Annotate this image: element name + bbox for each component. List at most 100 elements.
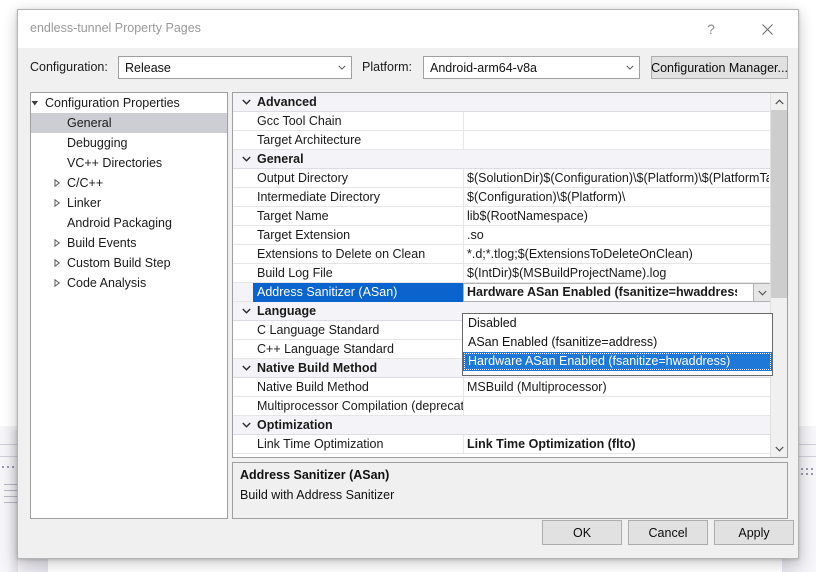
grid-row-value: $(Configuration)\$(Platform)\ <box>467 188 769 207</box>
grid-row-extensions-to-delete-on-clean[interactable]: Extensions to Delete on Clean*.d;*.tlog;… <box>233 245 771 264</box>
sidebar-item-configuration-properties[interactable]: Configuration Properties <box>31 93 227 113</box>
grid-row-address-sanitizer-asan[interactable]: Address Sanitizer (ASan)Hardware ASan En… <box>233 283 771 302</box>
grid-row-label: Address Sanitizer (ASan) <box>257 283 463 302</box>
grid-row-label: Native Build Method <box>257 378 463 397</box>
grid-category-label: Advanced <box>257 93 317 112</box>
grid-row-label: C++ Language Standard <box>257 340 463 359</box>
grid-row-label: Multiprocessor Compilation (deprecated) <box>257 397 463 416</box>
grid-row-value: $(SolutionDir)$(Configuration)\$(Platfor… <box>467 169 769 188</box>
grid-row-value: MSBuild (Multiprocessor) <box>467 378 769 397</box>
grid-category-advanced[interactable]: Advanced <box>233 93 771 112</box>
sidebar-item-general[interactable]: General <box>31 113 227 133</box>
dropdown-option-disabled[interactable]: Disabled <box>463 314 772 333</box>
grid-row-gcc-tool-chain[interactable]: Gcc Tool Chain <box>233 112 771 131</box>
asan-dropdown-list[interactable]: DisabledASan Enabled (fsanitize=address)… <box>462 313 773 376</box>
property-grid-scrollbar[interactable] <box>770 93 787 457</box>
expand-triangle-icon[interactable] <box>51 193 63 213</box>
grid-category-optimization[interactable]: Optimization <box>233 416 771 435</box>
expand-triangle-icon[interactable] <box>51 273 63 293</box>
expand-triangle-icon[interactable] <box>51 173 63 193</box>
grid-row-label: C Language Standard <box>257 321 463 340</box>
platform-value: Android-arm64-v8a <box>424 61 620 75</box>
cancel-button[interactable]: Cancel <box>628 520 708 545</box>
dialog-title: endless-tunnel Property Pages <box>30 21 201 35</box>
grid-row-target-name[interactable]: Target Namelib$(RootNamespace) <box>233 207 771 226</box>
grid-row-link-time-optimization[interactable]: Link Time OptimizationLink Time Optimiza… <box>233 435 771 454</box>
chevron-down-icon[interactable] <box>239 302 253 320</box>
sidebar-item-label: VC++ Directories <box>67 153 162 173</box>
sidebar-item-linker[interactable]: Linker <box>31 193 227 213</box>
grid-row-value: lib$(RootNamespace) <box>467 207 769 226</box>
configuration-value: Release <box>119 61 332 75</box>
grid-category-general[interactable]: General <box>233 150 771 169</box>
apply-button[interactable]: Apply <box>714 520 794 545</box>
sidebar-item-build-events[interactable]: Build Events <box>31 233 227 253</box>
grid-row-label: Target Extension <box>257 226 463 245</box>
grid-row-intermediate-directory[interactable]: Intermediate Directory$(Configuration)\$… <box>233 188 771 207</box>
chevron-down-icon[interactable] <box>332 57 351 78</box>
grid-column-divider <box>463 378 464 396</box>
desktop-background: endless-tunnel Property Pages ? Configur… <box>0 0 816 572</box>
grid-category-label: General <box>257 150 304 169</box>
grid-row-label: Gcc Tool Chain <box>257 112 463 131</box>
close-icon[interactable] <box>744 10 790 48</box>
sidebar-item-code-analysis[interactable]: Code Analysis <box>31 273 227 293</box>
sidebar-item-custom-build-step[interactable]: Custom Build Step <box>31 253 227 273</box>
configuration-select[interactable]: Release <box>118 56 352 79</box>
grid-column-divider <box>463 131 464 149</box>
grid-row-target-architecture[interactable]: Target Architecture <box>233 131 771 150</box>
scroll-up-arrow-icon[interactable] <box>771 93 787 110</box>
sidebar-item-label: Build Events <box>67 233 136 253</box>
grid-column-divider <box>463 264 464 282</box>
ok-button[interactable]: OK <box>542 520 622 545</box>
platform-select[interactable]: Android-arm64-v8a <box>423 56 640 79</box>
grid-row-value: $(IntDir)$(MSBuildProjectName).log <box>467 264 769 283</box>
grid-row-label: Target Name <box>257 207 463 226</box>
dropdown-option-asan-enabled-fsanitize-address[interactable]: ASan Enabled (fsanitize=address) <box>463 333 772 352</box>
dropdown-option-hardware-asan-enabled-fsanitize-hwaddress[interactable]: Hardware ASan Enabled (fsanitize=hwaddre… <box>463 352 772 371</box>
expand-triangle-icon[interactable] <box>51 253 63 273</box>
sidebar-item-label: Custom Build Step <box>67 253 171 273</box>
chevron-down-icon[interactable] <box>239 150 253 168</box>
description-title: Address Sanitizer (ASan) <box>240 468 389 482</box>
grid-row-label: Intermediate Directory <box>257 188 463 207</box>
grid-row-multiprocessor-compilation-deprecated[interactable]: Multiprocessor Compilation (deprecated) <box>233 397 771 416</box>
sidebar-item-label: Android Packaging <box>67 213 172 233</box>
sidebar-item-vc-directories[interactable]: VC++ Directories <box>31 153 227 173</box>
grid-category-label: Optimization <box>257 416 333 435</box>
grid-column-divider <box>463 169 464 187</box>
sidebar-item-label: Linker <box>67 193 101 213</box>
configuration-tree[interactable]: Configuration PropertiesGeneralDebugging… <box>30 92 228 519</box>
chevron-down-icon[interactable] <box>239 359 253 377</box>
sidebar-item-debugging[interactable]: Debugging <box>31 133 227 153</box>
property-grid[interactable]: AdvancedGcc Tool ChainTarget Architectur… <box>232 92 788 458</box>
sidebar-item-label: Debugging <box>67 133 127 153</box>
grid-row-build-log-file[interactable]: Build Log File$(IntDir)$(MSBuildProjectN… <box>233 264 771 283</box>
grid-row-value: .so <box>467 226 769 245</box>
grid-row-target-extension[interactable]: Target Extension.so <box>233 226 771 245</box>
help-question-icon[interactable]: ? <box>688 10 734 48</box>
grid-column-divider <box>463 226 464 244</box>
chevron-down-icon[interactable] <box>239 93 253 111</box>
grid-category-label: Native Build Method <box>257 359 377 378</box>
platform-label: Platform: <box>362 60 412 74</box>
configuration-bar: Configuration: Release Platform: Android… <box>18 48 798 90</box>
sidebar-item-android-packaging[interactable]: Android Packaging <box>31 213 227 233</box>
grid-row-output-directory[interactable]: Output Directory$(SolutionDir)$(Configur… <box>233 169 771 188</box>
scroll-down-arrow-icon[interactable] <box>771 440 787 457</box>
sidebar-item-label: Code Analysis <box>67 273 146 293</box>
configuration-manager-button[interactable]: Configuration Manager... <box>651 56 788 79</box>
property-pages-dialog: endless-tunnel Property Pages ? Configur… <box>17 9 799 559</box>
sidebar-item-label: General <box>67 113 111 133</box>
chevron-down-icon[interactable] <box>620 57 639 78</box>
configuration-label: Configuration: <box>30 60 108 74</box>
scrollbar-thumb[interactable] <box>771 110 787 298</box>
chevron-down-icon[interactable] <box>753 284 770 301</box>
grid-row-native-build-method[interactable]: Native Build MethodMSBuild (Multiprocess… <box>233 378 771 397</box>
collapse-triangle-icon[interactable] <box>30 93 41 113</box>
dialog-titlebar[interactable]: endless-tunnel Property Pages ? <box>18 10 798 48</box>
sidebar-item-c-c[interactable]: C/C++ <box>31 173 227 193</box>
chevron-down-icon[interactable] <box>239 416 253 434</box>
expand-triangle-icon[interactable] <box>51 233 63 253</box>
property-grid-rows: AdvancedGcc Tool ChainTarget Architectur… <box>233 93 771 457</box>
